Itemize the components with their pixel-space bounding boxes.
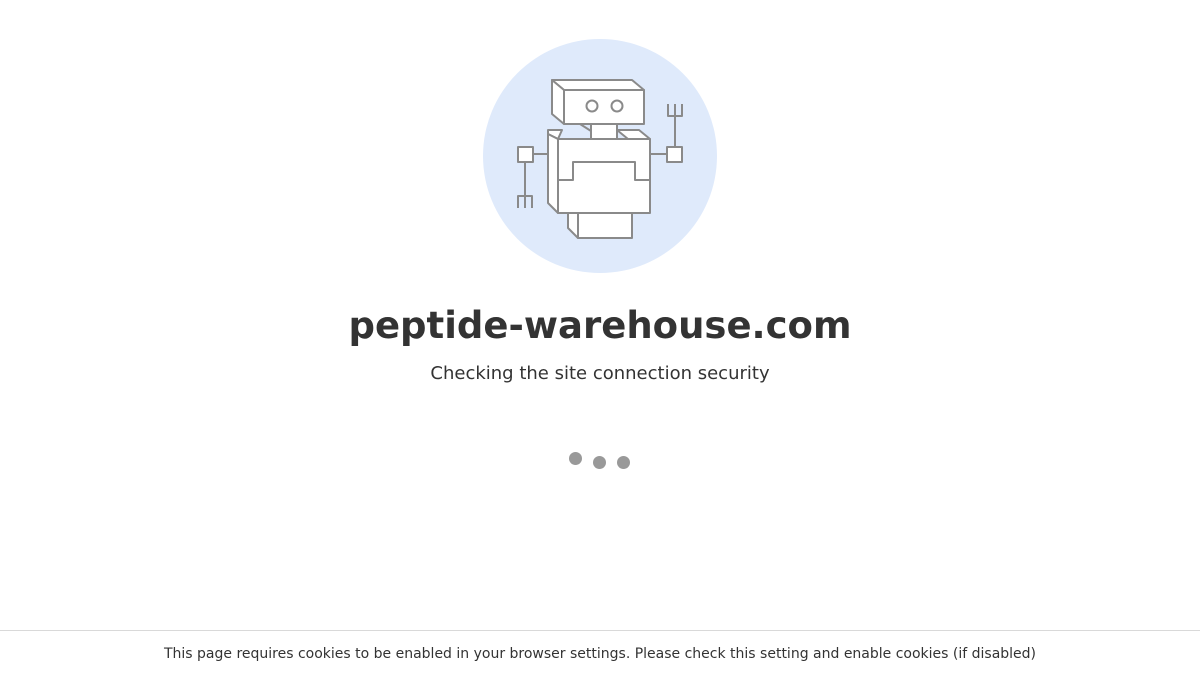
security-check-page: peptide-warehouse.com Checking the site … — [0, 0, 1200, 675]
loading-dot — [593, 456, 606, 469]
loading-indicator — [568, 450, 638, 470]
cookie-notice: This page requires cookies to be enabled… — [163, 646, 1037, 662]
site-title: peptide-warehouse.com — [348, 304, 852, 347]
loading-dot — [569, 452, 582, 465]
robot-icon — [483, 39, 717, 273]
status-text: Checking the site connection security — [430, 363, 770, 384]
footer: This page requires cookies to be enabled… — [0, 630, 1200, 675]
loading-dot — [617, 456, 630, 469]
robot-illustration — [482, 38, 718, 274]
